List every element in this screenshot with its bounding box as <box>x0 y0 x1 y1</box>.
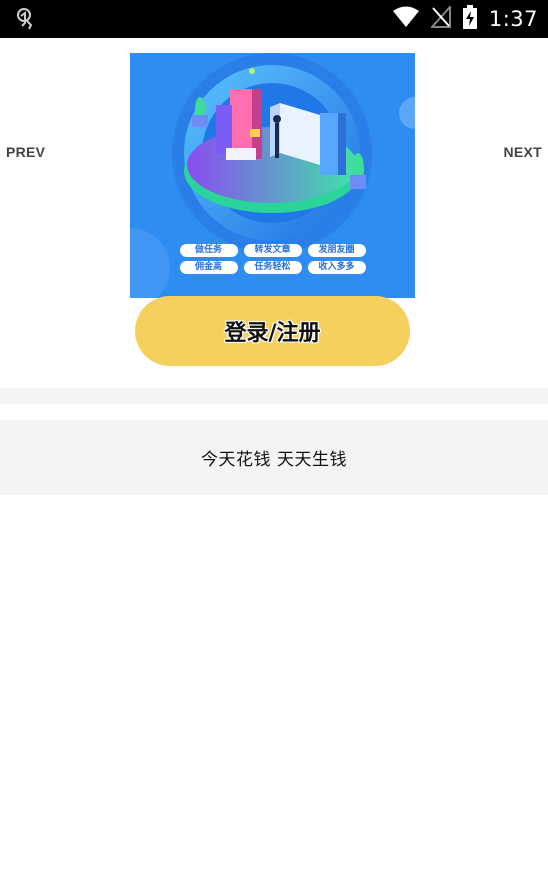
battery-charging-icon <box>462 5 477 33</box>
prev-button[interactable]: PREV <box>6 144 45 160</box>
banner-carousel: PREV NEXT 做任务 转发文章 发朋友圈 佣金高 任务轻松 收入多多 登录… <box>0 38 548 388</box>
login-register-button[interactable]: 登录/注册 <box>135 296 410 366</box>
tag-high-commission: 佣金高 <box>179 261 238 274</box>
slogan-text: 今天花钱 天天生钱 <box>201 450 347 470</box>
no-signal-icon <box>429 4 451 32</box>
wifi-icon <box>392 6 419 32</box>
tag-do-task: 做任务 <box>179 244 238 257</box>
clock: 1:37 <box>488 7 538 31</box>
section-divider <box>0 388 548 404</box>
slogan-section: 今天花钱 天天生钱 <box>0 420 548 495</box>
tag-post-moments: 发朋友圈 <box>307 244 366 257</box>
next-button[interactable]: NEXT <box>503 144 542 160</box>
status-bar: 1:37 <box>0 0 548 38</box>
tag-more-income: 收入多多 <box>307 261 366 274</box>
app-notification-icon <box>12 6 38 32</box>
promo-banner-image[interactable]: 做任务 转发文章 发朋友圈 佣金高 任务轻松 收入多多 <box>130 53 415 298</box>
feature-tags: 做任务 转发文章 发朋友圈 佣金高 任务轻松 收入多多 <box>130 244 415 278</box>
tag-easy-task: 任务轻松 <box>243 261 302 274</box>
tag-share-article: 转发文章 <box>243 244 302 257</box>
